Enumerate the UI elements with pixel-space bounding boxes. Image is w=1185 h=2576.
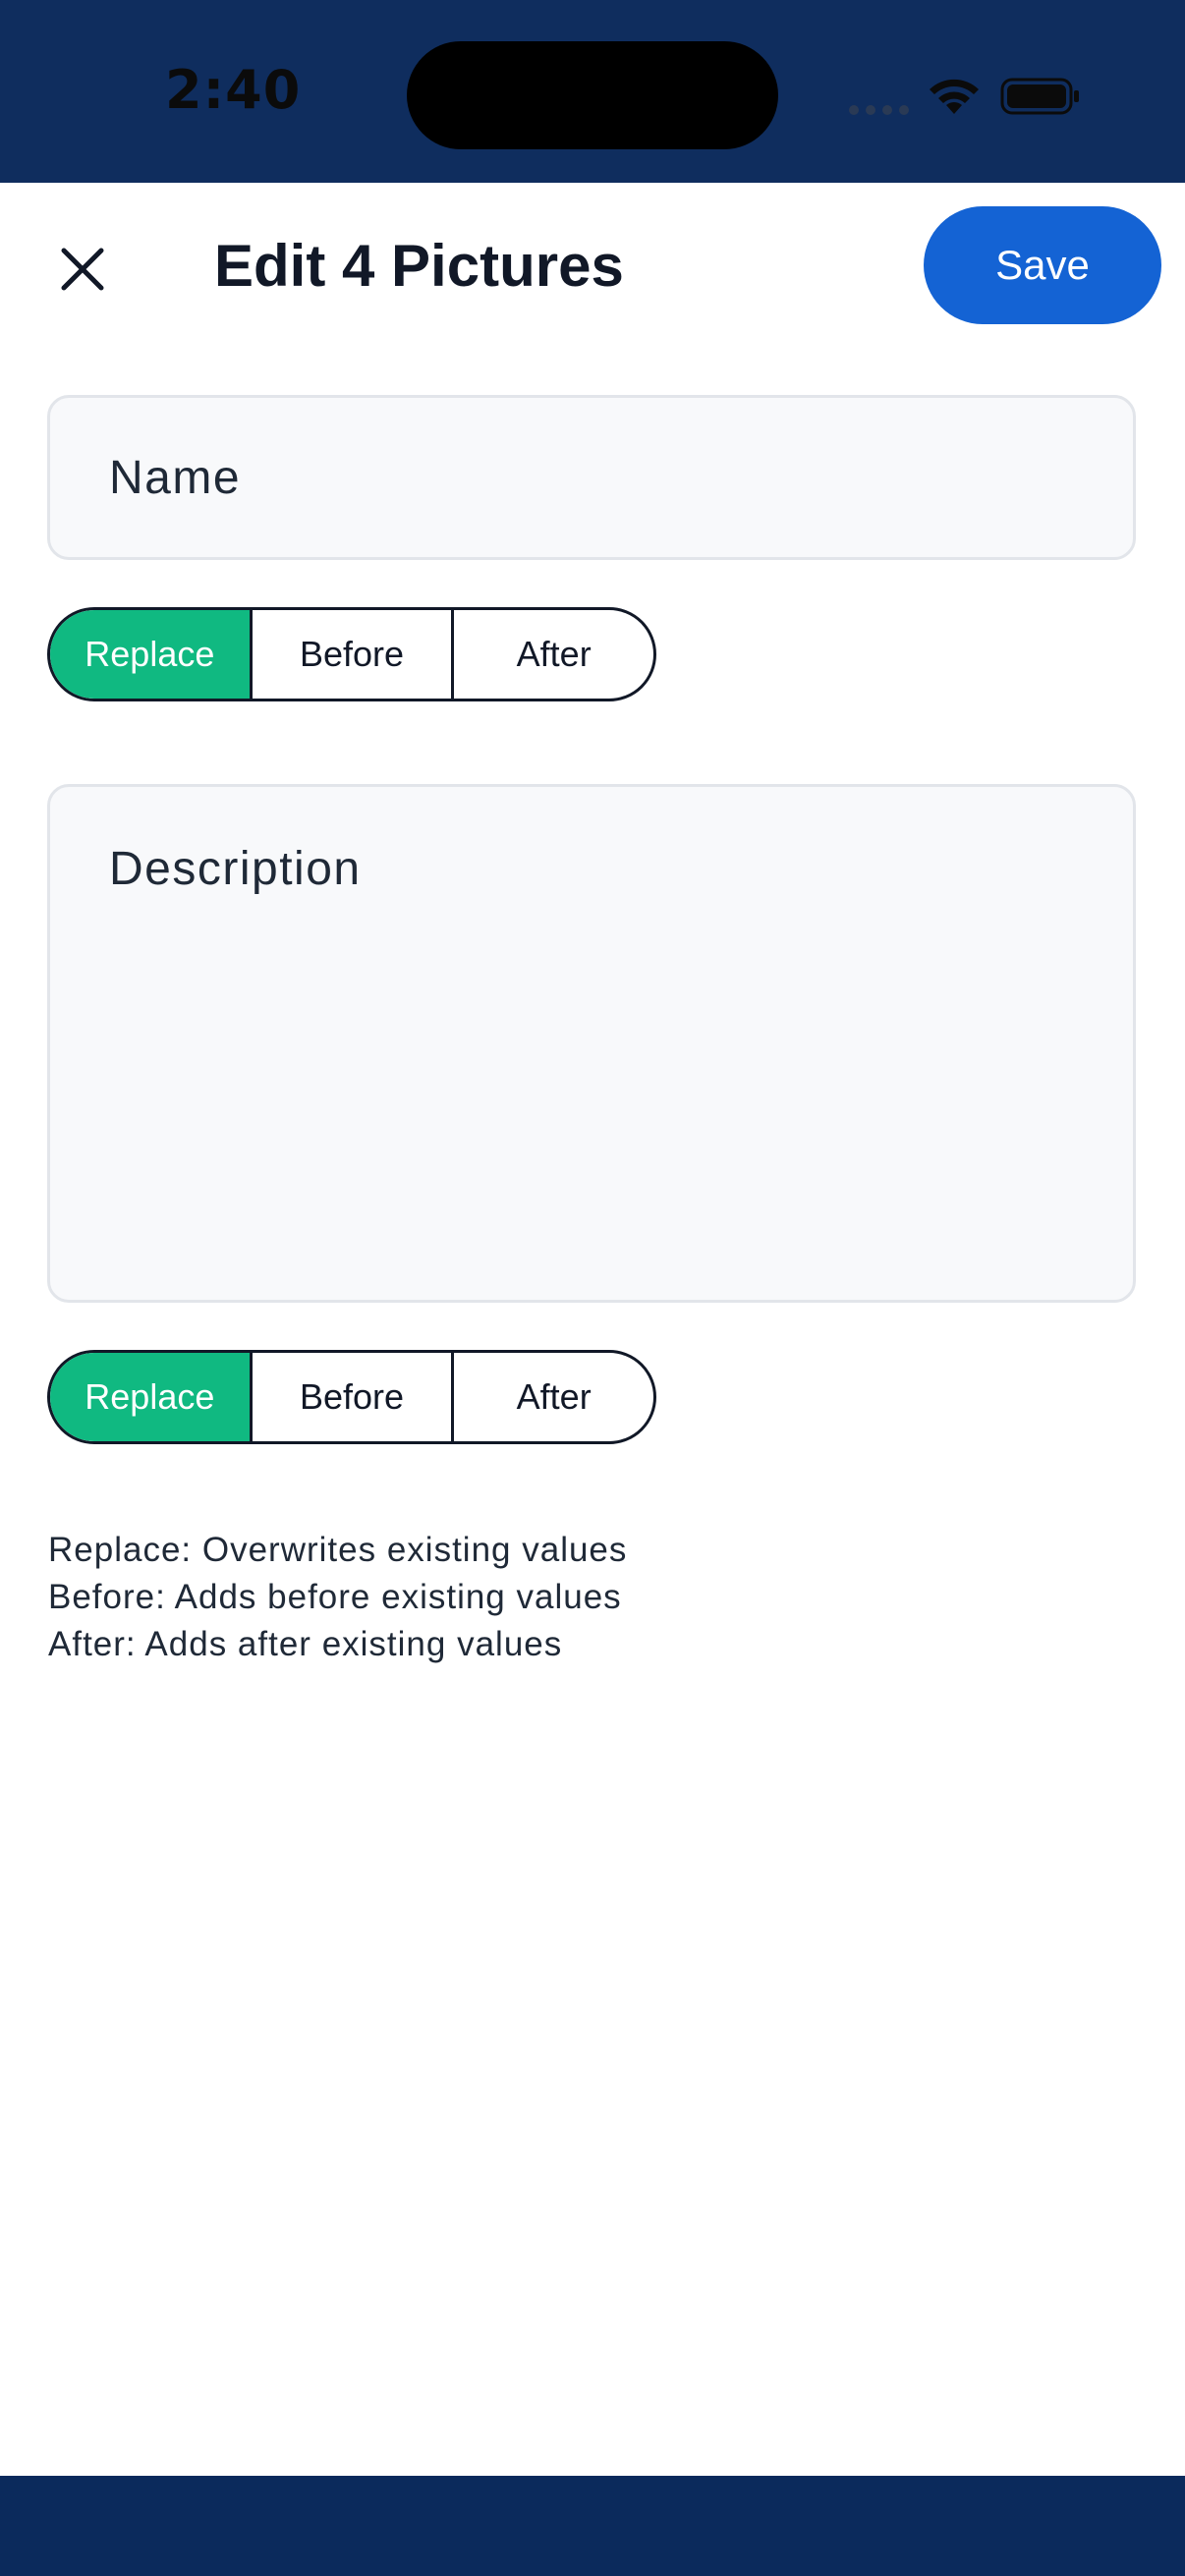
description-mode-after[interactable]: After [454, 1353, 653, 1441]
save-button[interactable]: Save [924, 206, 1161, 324]
description-field[interactable]: Description [47, 784, 1136, 1303]
name-mode-after[interactable]: After [454, 610, 653, 699]
bottom-bar [0, 2476, 1185, 2576]
close-icon [61, 248, 104, 291]
name-field-placeholder: Name [109, 452, 242, 504]
status-time: 2:40 [165, 59, 302, 121]
battery-icon [1000, 78, 1079, 115]
mode-help-text: Replace: Overwrites existing values Befo… [48, 1527, 627, 1668]
name-mode-segmented-control: Replace Before After [47, 607, 656, 701]
page-title: Edit 4 Pictures [214, 233, 624, 299]
help-line-before: Before: Adds before existing values [48, 1578, 622, 1616]
header: Edit 4 Pictures Save [0, 183, 1185, 350]
description-mode-replace[interactable]: Replace [50, 1353, 253, 1441]
close-button[interactable] [43, 230, 122, 308]
help-line-after: After: Adds after existing values [48, 1625, 563, 1663]
description-field-placeholder: Description [109, 843, 362, 895]
dynamic-island [407, 41, 778, 149]
name-field[interactable]: Name [47, 395, 1136, 560]
name-mode-before[interactable]: Before [253, 610, 455, 699]
help-line-replace: Replace: Overwrites existing values [48, 1531, 628, 1569]
status-bar: 2:40 [0, 0, 1185, 183]
name-mode-replace[interactable]: Replace [50, 610, 253, 699]
wifi-icon [930, 79, 979, 114]
description-mode-before[interactable]: Before [253, 1353, 455, 1441]
description-mode-segmented-control: Replace Before After [47, 1350, 656, 1444]
cellular-dots-icon [849, 102, 916, 120]
